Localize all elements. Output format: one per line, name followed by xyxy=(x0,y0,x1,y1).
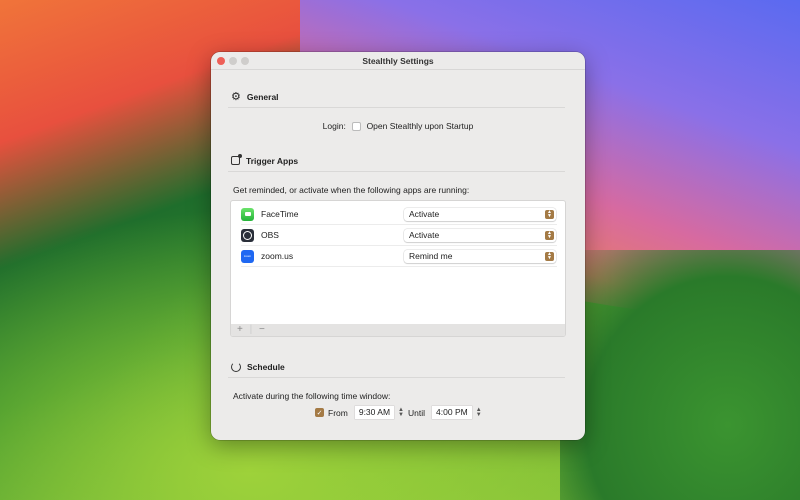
divider xyxy=(228,107,565,108)
login-row: Login: Open Stealthly upon Startup xyxy=(211,121,585,132)
trigger-apps-header: Trigger Apps xyxy=(231,154,565,167)
divider xyxy=(228,171,565,172)
wallpaper-green xyxy=(560,250,800,500)
startup-checkbox[interactable] xyxy=(352,122,362,132)
schedule-header: Schedule xyxy=(231,360,565,373)
title-bar: Stealthly Settings xyxy=(211,52,585,70)
app-badge-icon xyxy=(231,154,242,165)
until-stepper[interactable]: ▲ ▼ xyxy=(476,407,482,418)
chevron-updown-icon: ▲ ▼ xyxy=(545,230,554,240)
schedule-description: Activate during the following time windo… xyxy=(233,391,391,401)
general-title: General xyxy=(246,91,279,102)
remove-app-button[interactable]: − xyxy=(259,324,265,335)
schedule-checkbox[interactable]: ✓ xyxy=(315,408,324,417)
app-name: FaceTime xyxy=(261,209,299,219)
until-label: Until xyxy=(408,407,426,418)
table-row[interactable]: zoom zoom.us Remind me ▲ ▼ xyxy=(241,246,557,267)
settings-window: Stealthly Settings ⚙ General Login: Open… xyxy=(211,52,585,440)
table-footer: + | − xyxy=(231,324,565,336)
from-label: From xyxy=(328,407,348,418)
obs-icon xyxy=(241,228,254,242)
table-row[interactable]: OBS Activate ▲ ▼ xyxy=(241,225,557,246)
zoom-icon: zoom xyxy=(241,249,254,263)
app-name: OBS xyxy=(261,230,279,240)
startup-label[interactable]: Open Stealthly upon Startup xyxy=(367,121,474,131)
zoom-button[interactable] xyxy=(241,57,249,65)
close-button[interactable] xyxy=(217,57,225,65)
window-title: Stealthly Settings xyxy=(362,56,434,66)
action-value: Activate xyxy=(409,208,440,219)
general-header: ⚙ General xyxy=(231,90,565,103)
from-stepper[interactable]: ▲ ▼ xyxy=(398,407,404,418)
gear-icon: ⚙ xyxy=(231,91,241,103)
schedule-title: Schedule xyxy=(247,361,285,372)
action-popup[interactable]: Activate ▲ ▼ xyxy=(404,228,556,242)
divider xyxy=(228,377,565,378)
action-value: Remind me xyxy=(409,250,453,261)
chevron-updown-icon: ▲ ▼ xyxy=(545,209,554,219)
app-name: zoom.us xyxy=(261,251,294,261)
add-app-button[interactable]: + xyxy=(237,324,243,335)
timer-icon xyxy=(231,361,241,372)
table-row[interactable]: FaceTime Activate ▲ ▼ xyxy=(241,204,557,225)
footer-separator: | xyxy=(249,324,253,335)
until-time-field[interactable]: 4:00 PM xyxy=(432,406,472,419)
minimize-button[interactable] xyxy=(229,57,237,65)
trigger-description: Get reminded, or activate when the follo… xyxy=(233,185,470,195)
action-popup[interactable]: Remind me ▲ ▼ xyxy=(404,249,556,263)
trigger-apps-title: Trigger Apps xyxy=(246,155,299,166)
time-window-row: ✓ From 9:30 AM ▲ ▼ Until 4:00 PM ▲ ▼ xyxy=(315,406,482,419)
from-time-field[interactable]: 9:30 AM xyxy=(354,406,395,419)
action-value: Activate xyxy=(409,229,440,240)
chevron-updown-icon: ▲ ▼ xyxy=(545,251,554,261)
action-popup[interactable]: Activate ▲ ▼ xyxy=(404,207,556,221)
login-label: Login: xyxy=(322,121,346,131)
trigger-apps-table: FaceTime Activate ▲ ▼ OBS Activate ▲ ▼ zoom … xyxy=(230,200,566,337)
facetime-icon xyxy=(241,207,254,221)
